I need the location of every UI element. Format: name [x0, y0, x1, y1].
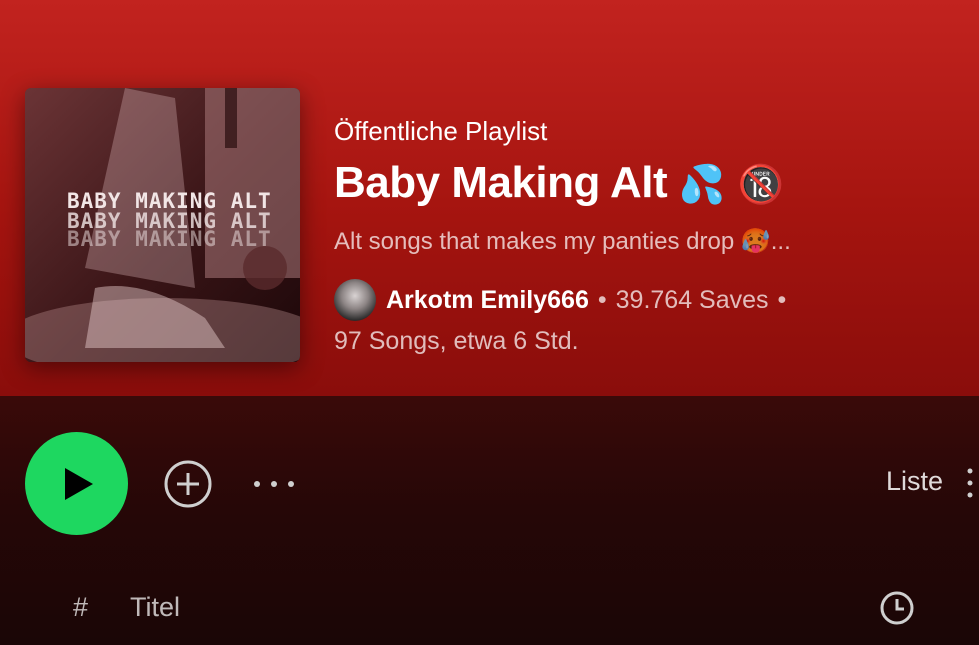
play-button[interactable] — [25, 432, 128, 535]
separator-dot: • — [777, 285, 787, 314]
playlist-type-label: Öffentliche Playlist — [334, 116, 548, 146]
column-header-title[interactable]: Titel — [130, 592, 180, 623]
playlist-title: Baby Making Alt 💦 🔞 — [334, 158, 784, 208]
playlist-owner-row: Arkotm Emily666 • 39.764 Saves • — [334, 279, 795, 321]
add-to-library-button[interactable] — [163, 459, 213, 509]
more-horizontal-icon — [254, 481, 294, 487]
saves-count: 39.764 Saves — [615, 285, 769, 314]
cover-text-line-3: BABY MAKING ALT — [67, 227, 272, 251]
playlist-description: Alt songs that makes my panties drop 🥵..… — [334, 228, 791, 255]
add-circle-icon — [164, 460, 212, 508]
more-vertical-icon — [967, 468, 973, 498]
playlist-title-text: Baby Making Alt — [334, 158, 668, 207]
playlist-title-emojis: 💦 🔞 — [678, 162, 784, 206]
clock-icon — [880, 591, 914, 625]
view-options-button[interactable] — [963, 466, 977, 500]
column-header-duration[interactable] — [879, 590, 915, 626]
separator-dot: • — [597, 285, 607, 314]
playlist-cover-image[interactable]: BABY MAKING ALT BABY MAKING ALT BABY MAK… — [25, 88, 300, 362]
playlist-stats: 97 Songs, etwa 6 Std. — [334, 327, 579, 355]
more-options-button[interactable] — [250, 470, 298, 498]
view-mode-button[interactable]: Liste — [886, 466, 943, 497]
owner-name-link[interactable]: Arkotm Emily666 — [386, 286, 589, 315]
owner-avatar[interactable] — [334, 279, 376, 321]
column-header-index: # — [73, 592, 89, 622]
play-icon — [64, 467, 93, 500]
